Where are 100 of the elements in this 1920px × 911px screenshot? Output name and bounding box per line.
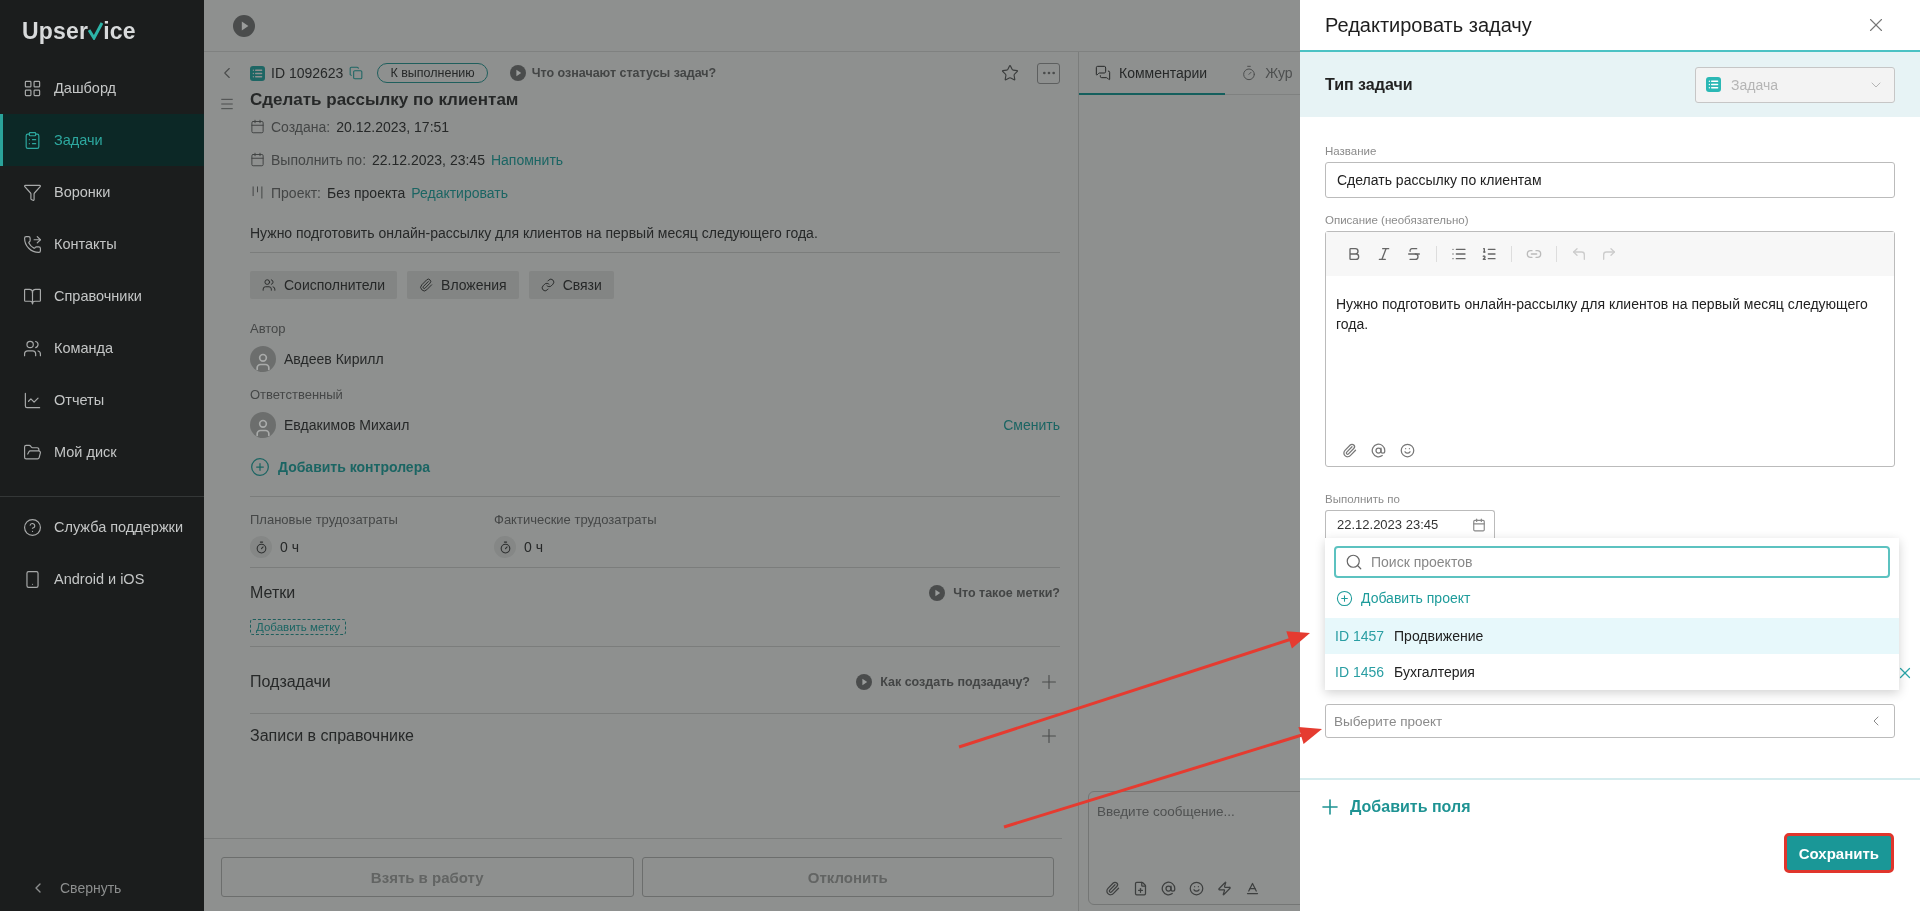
field-label: Описание (необязательно): [1325, 213, 1470, 228]
person-name: Авдеев Кирилл: [284, 351, 384, 367]
strikethrough-icon[interactable]: [1406, 246, 1422, 262]
timer-icon: [250, 536, 272, 558]
logo: Upser ice: [21, 16, 137, 46]
lightning-icon[interactable]: [1217, 881, 1232, 896]
book-icon: [23, 286, 42, 306]
meta-label: Создана:: [271, 118, 331, 135]
sidebar-item[interactable]: Служба поддержки: [0, 501, 204, 553]
field-label: Тип задачи: [1325, 75, 1413, 94]
meta-label: Проект:: [271, 184, 321, 201]
project-option[interactable]: ID 1457 Продвижение: [1325, 618, 1899, 654]
dashboard-icon: [23, 78, 42, 98]
calendar-icon: [1472, 517, 1486, 532]
meta-value: 22.12.2023, 23:45: [372, 151, 485, 168]
timer-icon: [494, 536, 516, 558]
chart-icon: [23, 390, 42, 410]
menu-icon[interactable]: [219, 96, 235, 112]
sidebar-item[interactable]: Контакты: [0, 218, 204, 270]
clipboard-icon: [23, 130, 42, 150]
play-button-icon: [233, 14, 255, 37]
meta-label: Выполнить по:: [271, 151, 367, 168]
smile-icon[interactable]: [1400, 443, 1415, 458]
chat-icon: [1095, 64, 1111, 81]
project-select[interactable]: Выберите проект: [1325, 704, 1895, 738]
field-label: Автор: [250, 320, 287, 338]
task-title: Сделать рассылку по клиентам: [250, 90, 520, 110]
action-button[interactable]: Вложения: [407, 271, 519, 299]
add-icon[interactable]: [250, 457, 270, 477]
more-button[interactable]: [1037, 62, 1060, 84]
bold-icon[interactable]: [1346, 246, 1362, 262]
text-color-icon[interactable]: [1245, 881, 1260, 896]
tab[interactable]: Комментарии: [1079, 52, 1226, 95]
file-icon[interactable]: [1133, 881, 1148, 896]
team-icon: [23, 338, 42, 358]
task-type-icon: [1706, 77, 1721, 92]
add-controller-link[interactable]: Добавить контролера: [278, 459, 430, 475]
message-field[interactable]: Введите сообщение...: [1097, 804, 1300, 819]
help-link[interactable]: Что такое метки?: [953, 586, 1060, 600]
effort-value: 0 ч: [280, 539, 299, 555]
star-icon[interactable]: [1001, 64, 1019, 82]
action-button[interactable]: Связи: [528, 271, 614, 299]
at-icon[interactable]: [1371, 443, 1386, 458]
funnel-icon: [23, 182, 42, 202]
field-label: Ответственный: [250, 386, 344, 404]
tab[interactable]: Жур: [1225, 52, 1300, 95]
play-icon: [509, 65, 526, 81]
paperclip-icon[interactable]: [1105, 881, 1120, 896]
add-project-link[interactable]: Добавить проект: [1325, 578, 1899, 618]
paperclip-icon[interactable]: [1342, 443, 1357, 458]
search-icon: [1345, 553, 1363, 571]
at-icon[interactable]: [1161, 881, 1176, 896]
folder-icon: [23, 442, 42, 462]
avatar: [250, 346, 276, 372]
play-icon: [929, 585, 946, 601]
sidebar-item[interactable]: Дашборд: [0, 62, 204, 114]
task-id: ID 1092623: [271, 65, 344, 81]
sidebar-item[interactable]: Android и iOS: [0, 553, 204, 605]
users-icon: [262, 278, 276, 292]
phone-icon: [23, 234, 42, 254]
task-type-icon: [250, 65, 265, 81]
field-label: Название: [1325, 144, 1378, 159]
add-icon: [1336, 589, 1353, 607]
help-link[interactable]: Как создать подзадачу?: [880, 675, 1030, 689]
sidebar-item[interactable]: Воронки: [0, 166, 204, 218]
numbered-list-icon[interactable]: [1481, 246, 1497, 262]
sidebar-item[interactable]: Мой диск: [0, 426, 204, 478]
sidebar-item[interactable]: Справочники: [0, 270, 204, 322]
smile-icon[interactable]: [1189, 881, 1204, 896]
field-label: Плановые трудозатраты: [250, 511, 399, 529]
effort-value: 0 ч: [524, 539, 543, 555]
copy-icon[interactable]: [349, 66, 364, 80]
task-description: Нужно подготовить онлайн-рассылку для клиентов на первый месяц следующего года.: [250, 224, 819, 243]
add-tag-button[interactable]: Добавить метку: [250, 619, 347, 635]
description-editor[interactable]: Нужно подготовить онлайн-рассылку для клиентов на первый месяц следующего года.: [1325, 231, 1895, 467]
sidebar-item[interactable]: Команда: [0, 322, 204, 374]
help-icon: [23, 517, 42, 537]
section-title: Подзадачи: [250, 673, 331, 691]
sidebar-item[interactable]: Задачи: [0, 114, 204, 166]
meta-link[interactable]: Напомнить: [490, 151, 564, 168]
help-link[interactable]: Что означают статусы задач?: [531, 66, 717, 80]
sidebar-item[interactable]: Отчеты: [0, 374, 204, 426]
section-title: Метки: [250, 584, 296, 602]
play-icon: [856, 674, 873, 690]
search-field[interactable]: Поиск проектов: [1334, 546, 1890, 578]
add-fields-button[interactable]: Добавить поля: [1300, 795, 1471, 819]
change-link[interactable]: Сменить: [1003, 417, 1060, 433]
person-name: Евдакимов Михаил: [284, 417, 410, 433]
field-label: Выполнить по: [1325, 492, 1401, 507]
name-field[interactable]: Сделать рассылку по клиентам: [1325, 162, 1895, 198]
action-button[interactable]: Соисполнители: [250, 271, 398, 299]
meta-value: Без проекта: [327, 184, 406, 201]
calendar-icon: [250, 152, 265, 167]
collapse-button[interactable]: Свернуть: [0, 865, 204, 911]
avatar: [250, 412, 276, 438]
italic-icon[interactable]: [1376, 246, 1392, 262]
meta-link[interactable]: Редактировать: [411, 184, 508, 201]
save-button[interactable]: Сохранить: [1783, 833, 1894, 873]
bullet-list-icon[interactable]: [1451, 246, 1467, 262]
project-option[interactable]: ID 1456 Бухгалтерия: [1325, 654, 1899, 690]
